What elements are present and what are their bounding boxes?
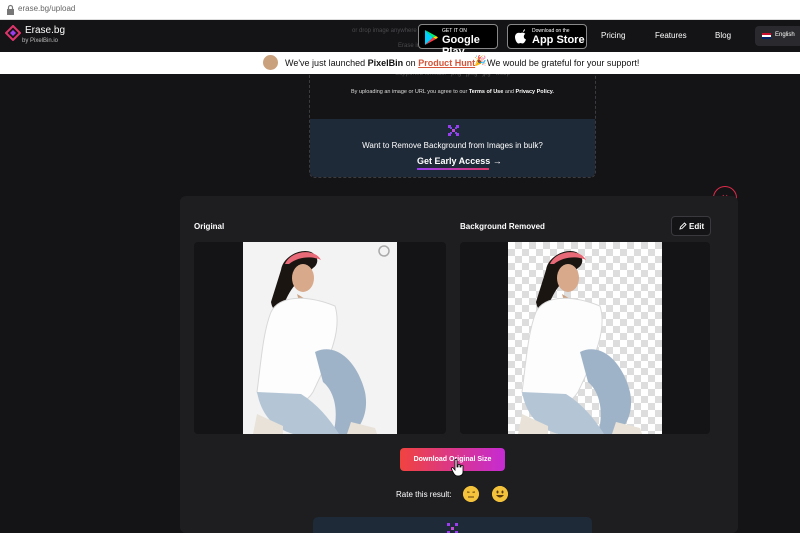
original-photo (243, 242, 397, 434)
original-label: Original (194, 222, 225, 231)
privacy-link[interactable]: Privacy Policy. (516, 89, 554, 95)
grid-x-icon (448, 125, 459, 136)
url-text: erase.bg/upload (18, 4, 76, 13)
cta-underline (417, 168, 489, 170)
google-play-button[interactable]: GET IT ON Google Play (418, 24, 498, 58)
announcement-suffix: We would be grateful for your support! (487, 58, 640, 68)
terms-link[interactable]: Terms of Use (469, 89, 503, 95)
upload-hint-ghost: or drop image anywhere (352, 28, 417, 34)
bulk-promo-bottom (313, 517, 592, 533)
grid-x-icon (447, 523, 458, 533)
pencil-icon (679, 222, 687, 230)
announcement-text: We've just launched PixelBin on Product … (285, 58, 476, 68)
party-popper-icon: 🎉 (474, 56, 487, 67)
lock-icon (7, 4, 14, 15)
result-photo (518, 250, 642, 434)
edit-button[interactable]: Edit (671, 216, 711, 236)
bulk-question: Want to Remove Background from Images in… (362, 141, 543, 150)
original-image-frame (194, 242, 446, 434)
hand-cursor-icon (451, 459, 464, 477)
app-store-button[interactable]: Download on the App Store (507, 24, 587, 49)
product-hunt-link[interactable]: Product Hunt (418, 58, 475, 68)
avatar (263, 55, 278, 70)
background-removed-label: Background Removed (460, 222, 545, 231)
browser-url-bar[interactable]: erase.bg/upload (0, 0, 800, 20)
google-play-icon (425, 30, 438, 45)
nav-blog[interactable]: Blog (715, 31, 731, 40)
navbar: Erase.bg by PixelBin.io or drop image an… (0, 20, 800, 58)
uk-flag-icon (762, 33, 771, 39)
sad-face-icon[interactable] (463, 486, 479, 502)
brand-by: by PixelBin.io (22, 38, 59, 44)
brand-name[interactable]: Erase.bg (25, 25, 65, 36)
erase-logo-icon[interactable] (5, 25, 21, 41)
bulk-promo: Want to Remove Background from Images in… (310, 119, 595, 177)
nav-features[interactable]: Features (655, 31, 687, 40)
happy-face-icon[interactable] (492, 486, 508, 502)
nav-pricing[interactable]: Pricing (601, 31, 625, 40)
apple-icon (515, 29, 526, 44)
get-early-access-link[interactable]: Get Early Access → (417, 156, 502, 166)
terms-notice: By uploading an image or URL you agree t… (351, 89, 554, 95)
result-image-frame (460, 242, 710, 434)
announcement-bar: We've just launched PixelBin on Product … (0, 52, 800, 74)
language-selector[interactable]: English (755, 26, 800, 46)
rate-label: Rate this result: (396, 490, 452, 499)
